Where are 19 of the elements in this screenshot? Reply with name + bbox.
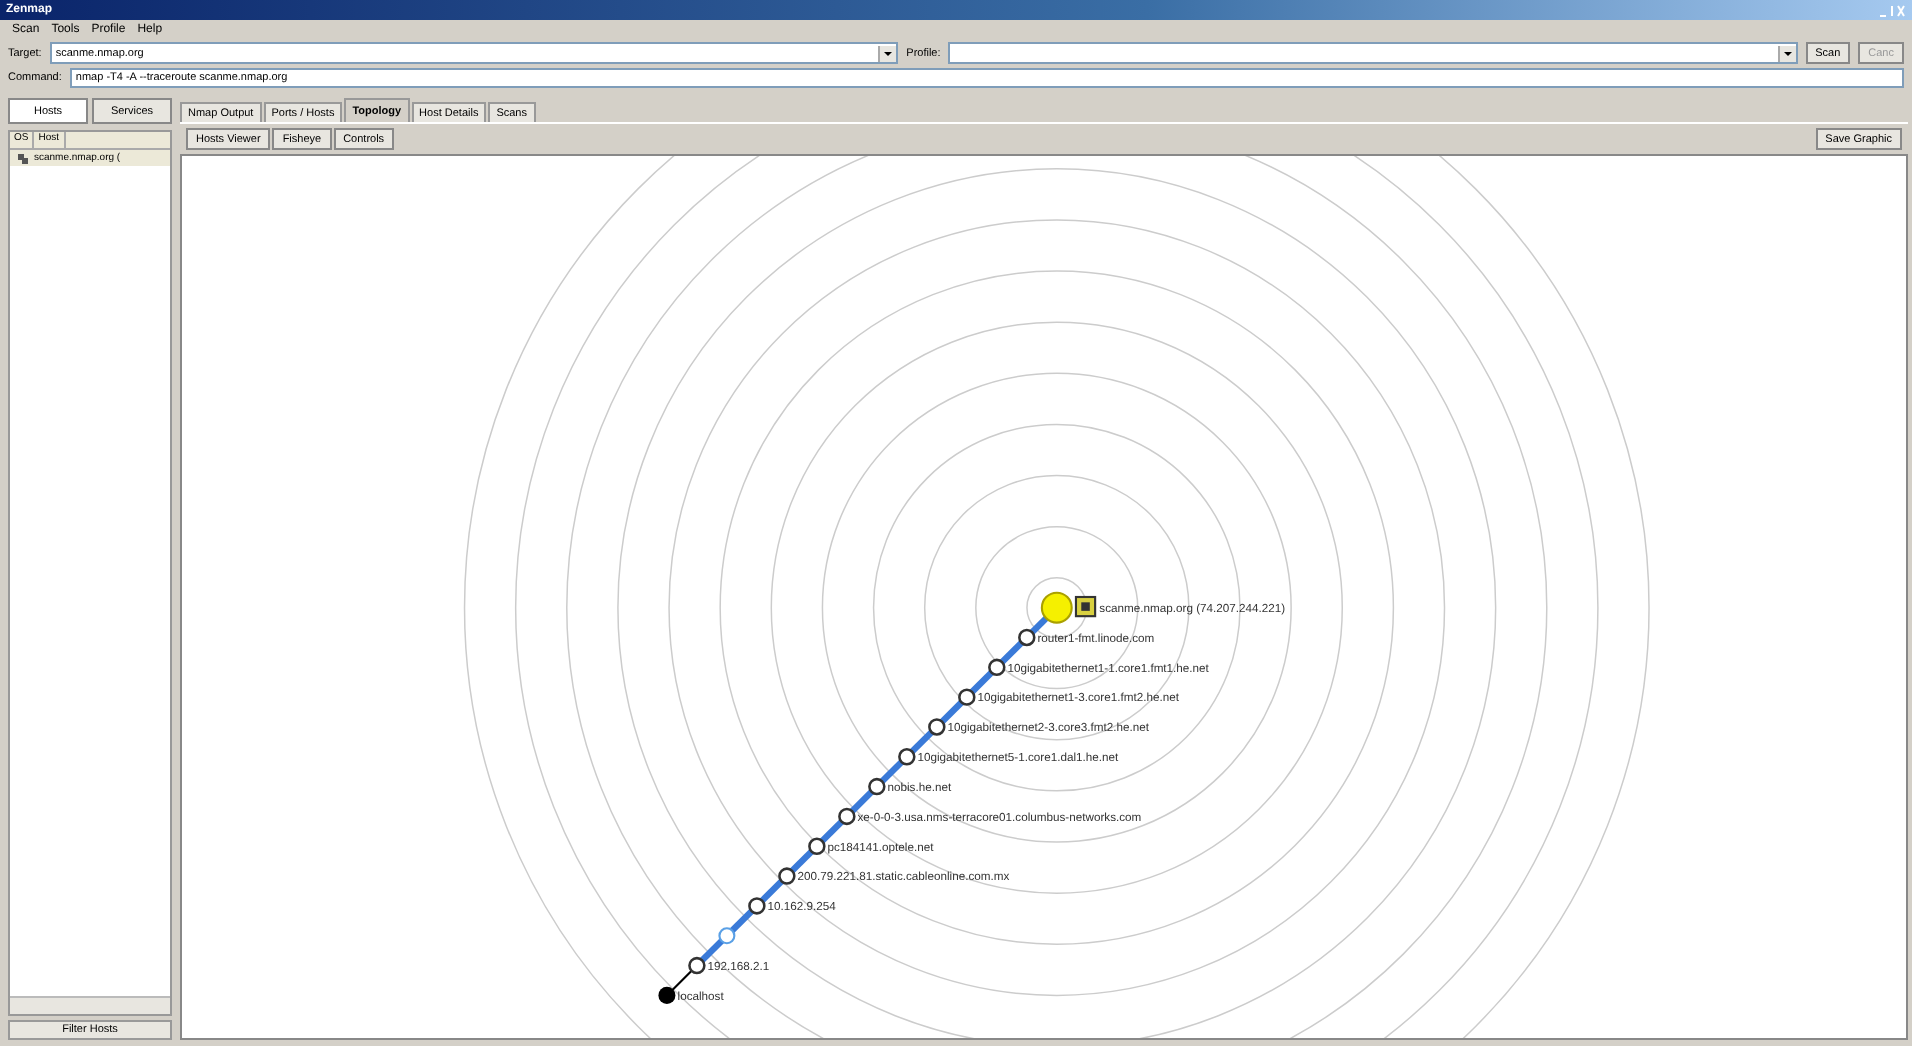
target-node[interactable] bbox=[1040, 591, 1097, 624]
router-node[interactable] bbox=[988, 658, 1006, 677]
os-icon bbox=[18, 153, 28, 163]
router-node[interactable] bbox=[808, 837, 826, 855]
localhost-node[interactable] bbox=[658, 986, 676, 1004]
unknown-node[interactable] bbox=[718, 927, 736, 945]
router-node[interactable] bbox=[868, 777, 886, 796]
router-node[interactable] bbox=[778, 867, 796, 885]
router-node[interactable] bbox=[898, 748, 916, 766]
dropdown-arrow-icon[interactable] bbox=[1777, 45, 1796, 61]
router-node[interactable] bbox=[1018, 628, 1036, 647]
horizontal-scrollbar[interactable] bbox=[10, 996, 170, 1014]
router-node[interactable] bbox=[838, 807, 856, 826]
router-node[interactable] bbox=[748, 897, 766, 915]
router-node[interactable] bbox=[958, 688, 976, 706]
router-node[interactable] bbox=[688, 956, 706, 975]
profile-field[interactable] bbox=[948, 42, 1798, 64]
dropdown-arrow-icon[interactable] bbox=[878, 45, 897, 61]
router-node[interactable] bbox=[928, 718, 946, 736]
